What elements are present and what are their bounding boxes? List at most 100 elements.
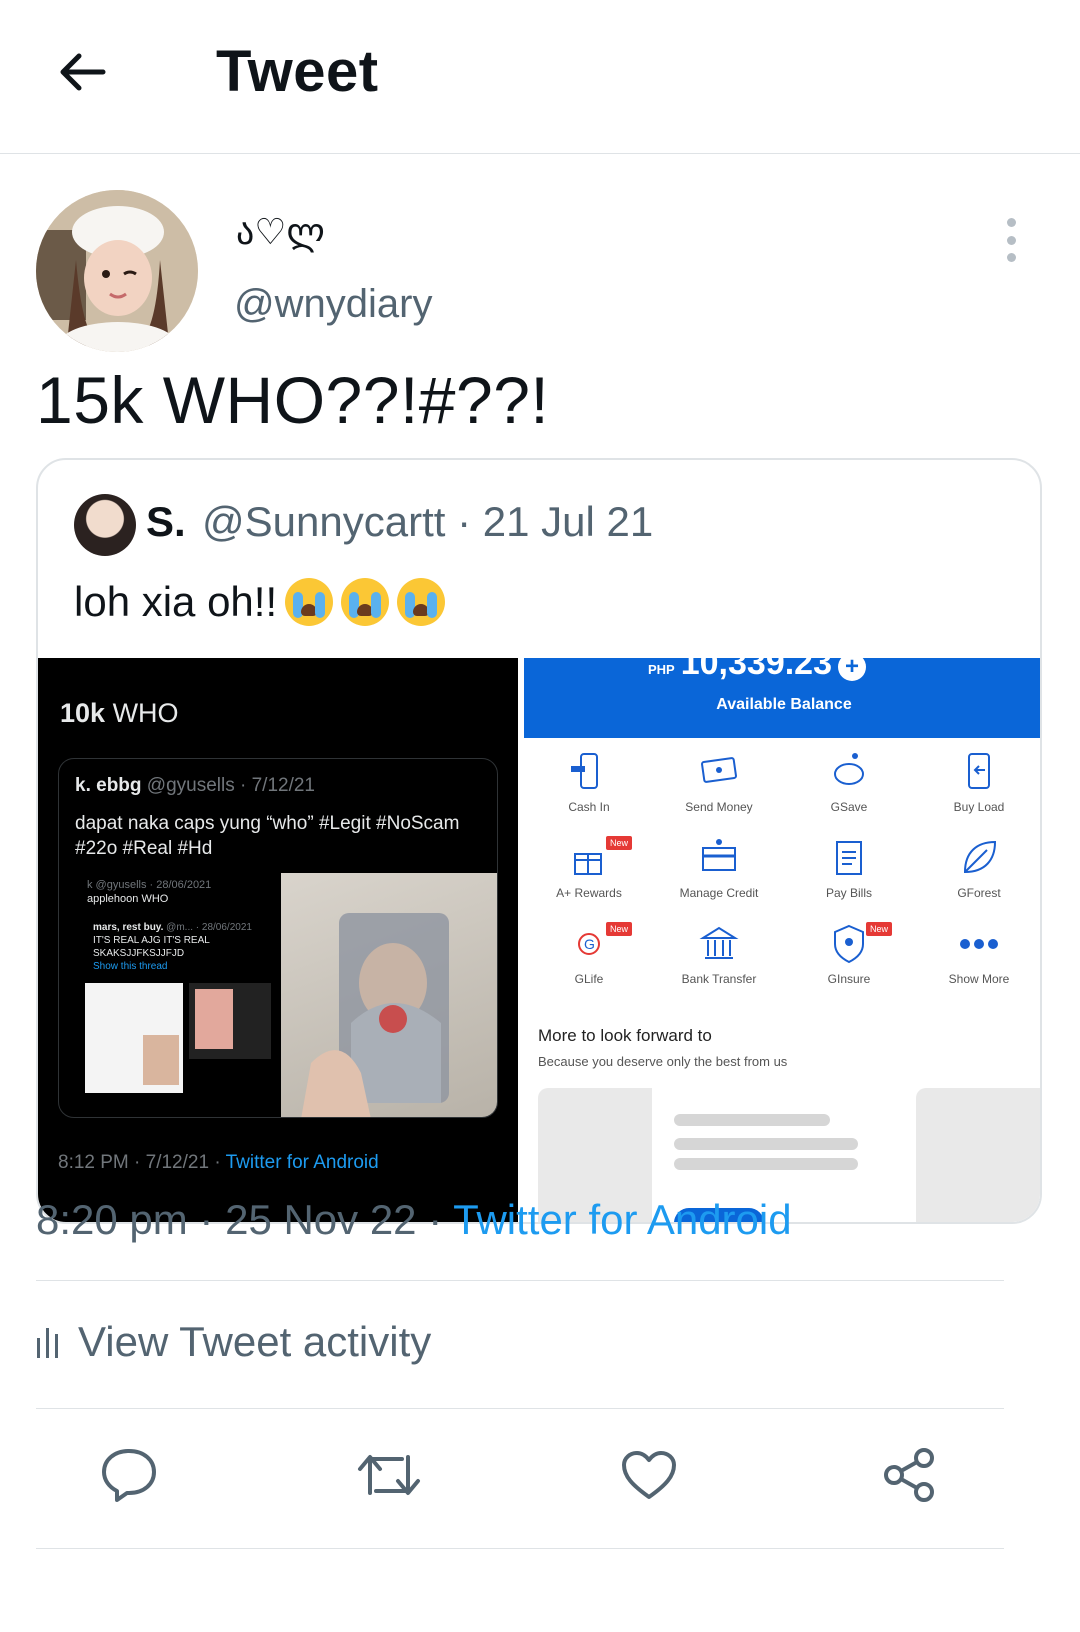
balance-banner: PHP 10,339.23 + Available Balance bbox=[524, 658, 1040, 738]
nested-meta: @m... · 28/06/2021 bbox=[163, 922, 252, 933]
share-button[interactable] bbox=[874, 1440, 944, 1510]
view-activity-button[interactable]: View Tweet activity bbox=[36, 1318, 431, 1366]
service-label: Show More bbox=[948, 972, 1010, 986]
new-badge: New bbox=[606, 922, 633, 936]
buy-load-icon bbox=[957, 750, 1001, 794]
service-label: Buy Load bbox=[953, 800, 1005, 814]
leaf-icon bbox=[957, 836, 1001, 880]
service-label: Cash In bbox=[568, 800, 610, 814]
media-screenshot-right[interactable]: PHP 10,339.23 + Available Balance Cash I… bbox=[524, 658, 1040, 1222]
embedded-inner-screenshot: k @gyusells · 28/06/2021 applehoon WHO m… bbox=[59, 873, 281, 1117]
source-link[interactable]: Twitter for Android bbox=[453, 1196, 791, 1243]
media-screenshot-left[interactable]: 10k WHO k. ebbg @gyusells · 7/12/21 dapa… bbox=[38, 658, 518, 1222]
top-bar: Tweet bbox=[0, 0, 1080, 154]
reply-button[interactable] bbox=[94, 1440, 164, 1510]
service-item[interactable]: Manage Credit bbox=[654, 836, 784, 908]
more-dot bbox=[1006, 218, 1016, 227]
like-button[interactable] bbox=[614, 1440, 684, 1510]
more-options-button[interactable] bbox=[1000, 218, 1022, 262]
bar-chart-icon bbox=[37, 1328, 58, 1358]
quoted-tweet[interactable]: S. @Sunnycartt · 21 Jul 21 loh xia oh!! … bbox=[36, 458, 1042, 1224]
service-label: GForest bbox=[957, 886, 1001, 900]
quoted-avatar[interactable] bbox=[74, 494, 136, 556]
service-label: A+ Rewards bbox=[556, 886, 622, 900]
quoted-text: loh xia oh!! bbox=[74, 578, 278, 625]
bills-icon bbox=[827, 836, 871, 880]
title-bold: 10k bbox=[60, 698, 106, 728]
quoted-handle-date: @Sunnycartt · 21 Jul 21 bbox=[202, 498, 654, 545]
quoted-text-row: loh xia oh!! bbox=[74, 578, 446, 626]
media-left-footer: 8:12 PM · 7/12/21 · Twitter for Android bbox=[58, 1152, 379, 1174]
service-item[interactable]: GInsure New bbox=[784, 922, 914, 994]
service-label: Manage Credit bbox=[679, 886, 759, 900]
nested-text-2: SKAKSJJFKSJJFJD bbox=[93, 948, 185, 959]
cash-in-icon bbox=[567, 750, 611, 794]
service-item[interactable]: GSave bbox=[784, 750, 914, 822]
service-item[interactable]: Buy Load bbox=[914, 750, 1040, 822]
quoted-name: S. bbox=[146, 498, 186, 545]
shield-icon bbox=[827, 922, 871, 966]
more-dots-icon bbox=[957, 922, 1001, 966]
embedded-tweet-card: k. ebbg @gyusells · 7/12/21 dapat naka c… bbox=[58, 758, 498, 1118]
media-left-title: 10k WHO bbox=[60, 698, 179, 729]
plus-icon: + bbox=[838, 658, 866, 681]
placeholder-bar bbox=[674, 1138, 858, 1150]
reply-icon bbox=[102, 1449, 156, 1502]
crying-face-icon bbox=[341, 578, 390, 626]
share-icon bbox=[884, 1448, 934, 1502]
crying-face-icon bbox=[285, 578, 334, 626]
balance-currency: PHP bbox=[648, 662, 675, 677]
service-item[interactable]: G GLife New bbox=[524, 922, 654, 994]
heart-icon bbox=[622, 1451, 676, 1499]
placeholder-bar bbox=[674, 1114, 830, 1126]
service-label: Pay Bills bbox=[825, 886, 872, 900]
promo-title: More to look forward to bbox=[538, 1026, 712, 1045]
balance-amount: PHP 10,339.23 + bbox=[648, 658, 866, 683]
nested-thumbnails bbox=[85, 983, 271, 1093]
arrow-left-icon bbox=[60, 53, 106, 91]
nested-text-1: IT'S REAL AJG IT'S REAL bbox=[93, 935, 210, 946]
inner-head: k @gyusells · 28/06/2021 bbox=[87, 879, 212, 891]
new-badge: New bbox=[606, 836, 633, 850]
placeholder-bar bbox=[674, 1158, 858, 1170]
tweet-timestamp: 8:20 pm · 25 Nov 22 · Twitter for Androi… bbox=[36, 1196, 792, 1244]
service-label: GSave bbox=[830, 800, 868, 814]
back-button[interactable] bbox=[52, 42, 112, 102]
inner-sub: applehoon WHO bbox=[87, 893, 169, 905]
view-activity-label: View Tweet activity bbox=[78, 1318, 432, 1365]
more-dot bbox=[1006, 253, 1016, 262]
service-label: GInsure bbox=[827, 972, 871, 986]
nested-tweet: mars, rest buy. @m... · 28/06/2021 IT'S … bbox=[93, 921, 252, 973]
embedded-name: k. ebbg bbox=[75, 775, 142, 796]
service-item[interactable]: GForest bbox=[914, 836, 1040, 908]
service-item[interactable]: Bank Transfer bbox=[654, 922, 784, 994]
service-label: Bank Transfer bbox=[681, 972, 757, 986]
service-item[interactable]: A+ Rewards New bbox=[524, 836, 654, 908]
nested-link: Show this thread bbox=[93, 961, 168, 972]
service-item[interactable]: Show More bbox=[914, 922, 1040, 994]
service-item[interactable]: Pay Bills bbox=[784, 836, 914, 908]
retweet-button[interactable] bbox=[354, 1440, 424, 1510]
new-badge: New bbox=[866, 922, 893, 936]
send-money-icon bbox=[697, 750, 741, 794]
service-item[interactable]: Send Money bbox=[654, 750, 784, 822]
nested-name: mars, rest buy. bbox=[93, 922, 164, 933]
embedded-tweet-head: k. ebbg @gyusells · 7/12/21 bbox=[75, 775, 315, 797]
retweet-icon bbox=[358, 1455, 420, 1495]
avatar-photo bbox=[36, 190, 198, 352]
author-avatar[interactable] bbox=[36, 190, 198, 352]
service-item[interactable]: Cash In bbox=[524, 750, 654, 822]
timestamp-text: 8:20 pm · 25 Nov 22 · bbox=[36, 1196, 454, 1243]
svg-text:G: G bbox=[584, 936, 595, 952]
piggy-bank-icon bbox=[827, 750, 871, 794]
author-handle[interactable]: @wnydiary bbox=[234, 282, 432, 327]
promo-card bbox=[916, 1088, 1040, 1222]
photocard-photo bbox=[281, 873, 497, 1117]
author-display-name[interactable]: ა♡ლ bbox=[236, 212, 325, 253]
crying-face-icon bbox=[397, 578, 446, 626]
footer-time: 8:12 PM · 7/12/21 · bbox=[58, 1152, 226, 1173]
credit-icon bbox=[697, 836, 741, 880]
embedded-meta: @gyusells · 7/12/21 bbox=[141, 775, 316, 796]
more-dot bbox=[1006, 235, 1016, 245]
rewards-icon bbox=[567, 836, 611, 880]
